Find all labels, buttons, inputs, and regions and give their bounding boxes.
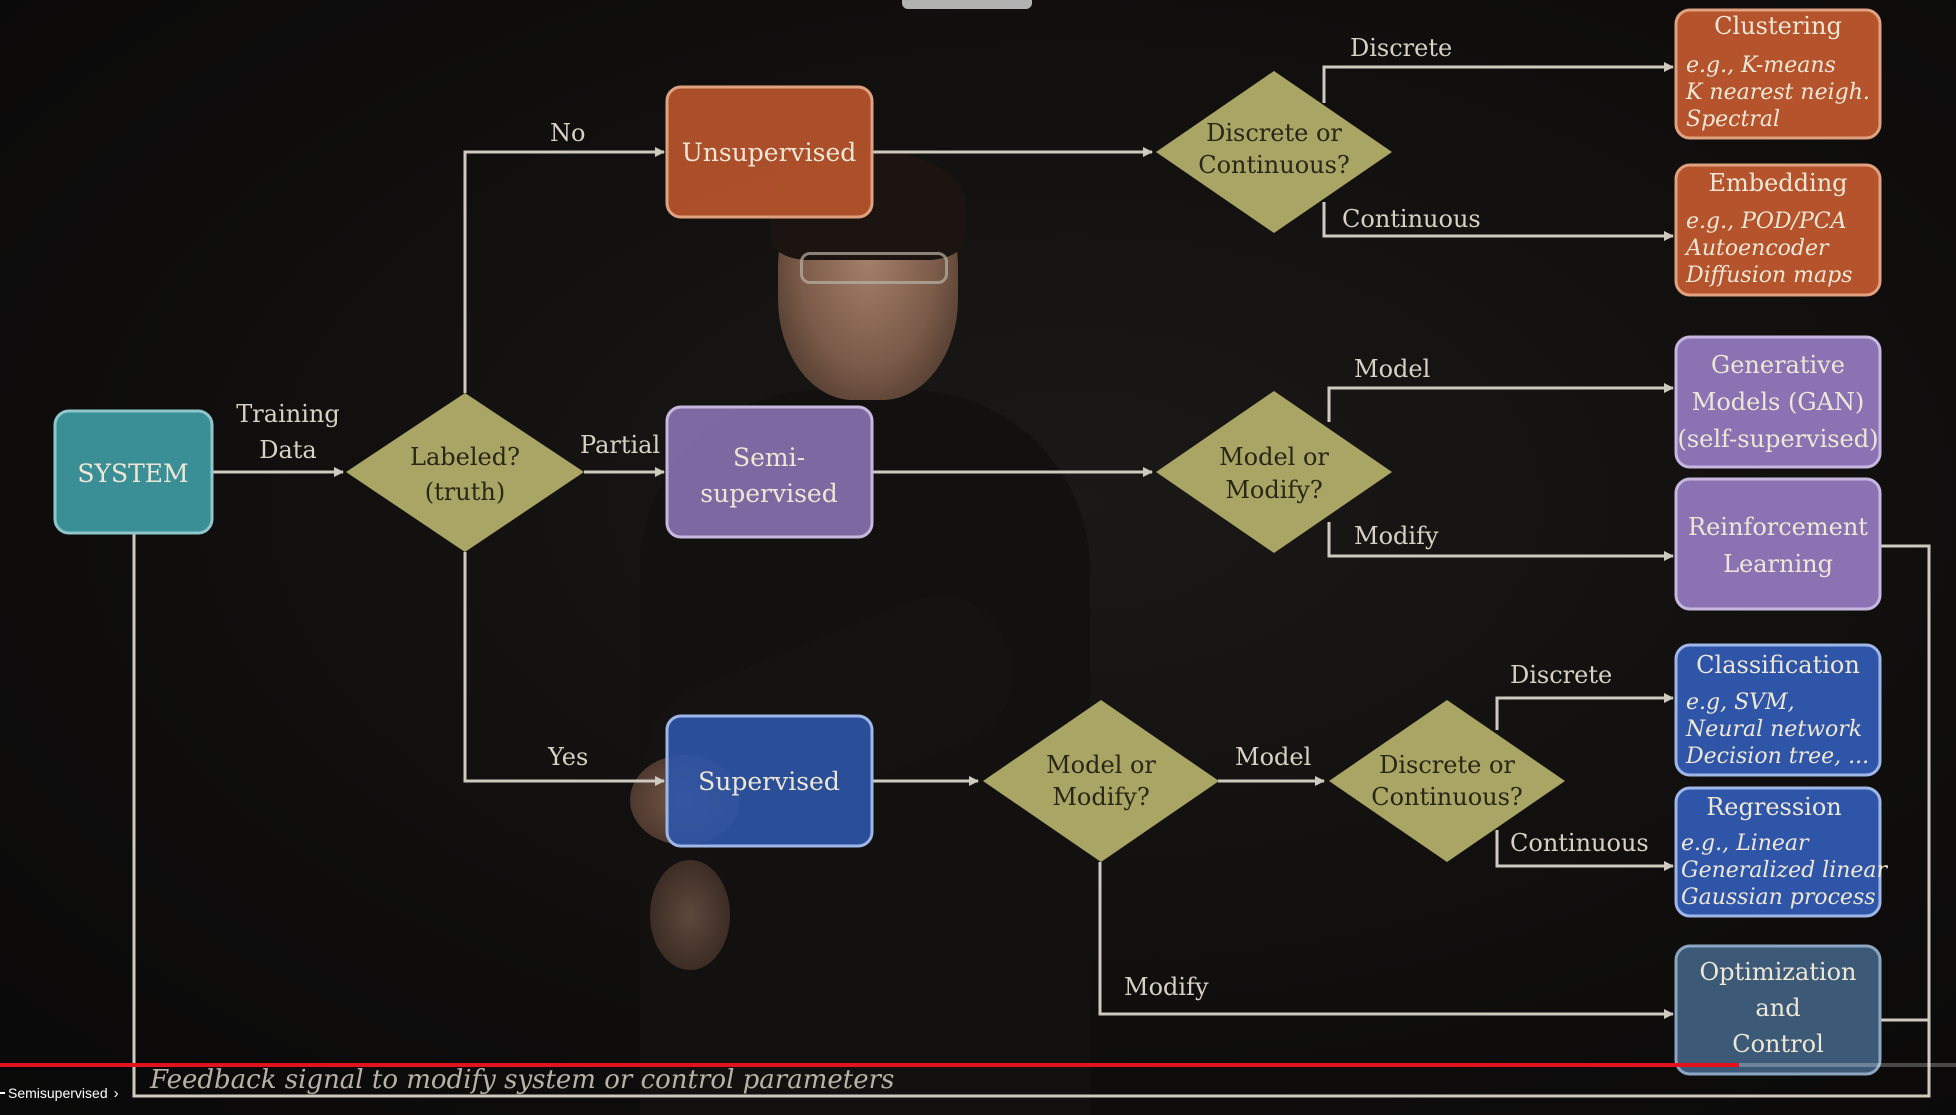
optimization-node: Optimization and Control — [1674, 944, 1882, 1076]
edge-model-mid — [1327, 383, 1674, 422]
edge-label-no: No — [550, 119, 585, 147]
system-label: SYSTEM — [77, 459, 188, 488]
edge-label-model-bottom: Model — [1235, 743, 1311, 771]
classification-ex-1: e.g, SVM, — [1686, 690, 1795, 715]
feedback-loop-line — [132, 534, 1931, 1098]
regression-title: Regression — [1706, 793, 1842, 821]
edge-label-discrete-top: Discrete — [1350, 34, 1452, 62]
unsupervised-label: Unsupervised — [682, 138, 857, 167]
edge-label-modify-bottom: Modify — [1124, 973, 1209, 1001]
edge-discrete-top — [1322, 62, 1674, 103]
classification-ex-2: Neural network — [1685, 717, 1862, 742]
reinforcement-text-2: Learning — [1723, 550, 1833, 578]
system-node: SYSTEM — [53, 409, 214, 535]
clustering-node: Clustering e.g., K-means K nearest neigh… — [1674, 8, 1882, 140]
classification-ex-3: Decision tree, ... — [1685, 744, 1869, 769]
top-overlay-pill — [902, 0, 1032, 9]
decision-bottom-right-text-2: Continuous? — [1371, 783, 1523, 811]
labeled-diamond — [346, 393, 584, 552]
generative-text-1: Generative — [1711, 351, 1845, 379]
edge-no — [463, 147, 665, 393]
feedback-caption: Feedback signal to modify system or cont… — [149, 1065, 894, 1095]
progress-bar-fill — [0, 1063, 1739, 1067]
decision-bottom-left-text-2: Modify? — [1052, 783, 1149, 811]
regression-node: Regression e.g., Linear Generalized line… — [1674, 786, 1889, 918]
generative-node: Generative Models (GAN) (self-supervised… — [1674, 335, 1882, 469]
clustering-title: Clustering — [1714, 12, 1842, 40]
generative-text-2: Models (GAN) — [1692, 388, 1864, 416]
semi-label-2: supervised — [700, 479, 837, 508]
decision-top-text-1: Discrete or — [1206, 119, 1342, 147]
clustering-ex-3: Spectral — [1686, 107, 1780, 132]
training-data-label-1: Training — [236, 400, 339, 428]
connectors — [132, 62, 1931, 1098]
decision-bottom-left-text-1: Model or — [1046, 751, 1156, 779]
reinforcement-box — [1674, 477, 1882, 611]
semi-label-1: Semi- — [733, 443, 805, 472]
supervised-label: Supervised — [698, 767, 840, 796]
optimization-text-3: Control — [1732, 1030, 1824, 1058]
ml-flowchart: SYSTEM Training Data Labeled? (truth) No… — [53, 8, 1931, 1098]
labeled-text-2: (truth) — [425, 478, 505, 506]
edge-label-yes: Yes — [547, 743, 588, 771]
classification-node: Classification e.g, SVM, Neural network … — [1674, 643, 1882, 777]
edge-label-discrete-bottom: Discrete — [1510, 661, 1612, 689]
semi-supervised-node: Semi- supervised — [665, 405, 874, 539]
edge-label-modify-mid: Modify — [1354, 522, 1439, 550]
supervised-node: Supervised — [665, 714, 874, 848]
chapter-dot-icon — [0, 1092, 5, 1094]
chapter-title: Semisupervised — [8, 1085, 108, 1101]
clustering-ex-1: e.g., K-means — [1686, 53, 1836, 78]
edge-label-model-mid: Model — [1354, 355, 1430, 383]
embedding-ex-3: Diffusion maps — [1685, 263, 1853, 288]
chapter-indicator[interactable]: Semisupervised › — [0, 1082, 119, 1104]
regression-ex-2: Generalized linear — [1681, 858, 1889, 883]
optimization-text-1: Optimization — [1700, 958, 1857, 986]
decision-top-text-2: Continuous? — [1198, 151, 1350, 179]
embedding-ex-1: e.g., POD/PCA — [1686, 209, 1847, 234]
embedding-node: Embedding e.g., POD/PCA Autoencoder Diff… — [1674, 163, 1882, 297]
reinforcement-node: Reinforcement Learning — [1674, 477, 1882, 611]
embedding-ex-2: Autoencoder — [1684, 236, 1830, 261]
decision-bottom-right-text-1: Discrete or — [1379, 751, 1515, 779]
reinforcement-text-1: Reinforcement — [1688, 513, 1868, 541]
progress-bar[interactable] — [0, 1063, 1956, 1067]
generative-text-3: (self-supervised) — [1678, 425, 1879, 453]
edge-discrete-bottom — [1495, 693, 1674, 730]
chevron-right-icon: › — [113, 1084, 119, 1102]
classification-title: Classification — [1696, 651, 1860, 679]
unsupervised-node: Unsupervised — [665, 85, 874, 219]
semi-supervised-box — [665, 405, 874, 539]
clustering-ex-2: K nearest neigh. — [1685, 80, 1870, 105]
edge-label-continuous-top: Continuous — [1342, 205, 1481, 233]
decision-mid-text-1: Model or — [1219, 443, 1329, 471]
edge-label-partial: Partial — [580, 431, 660, 459]
decision-bottom-left-diamond — [983, 700, 1219, 862]
regression-ex-3: Gaussian process — [1681, 885, 1876, 910]
optimization-text-2: and — [1755, 994, 1800, 1022]
regression-ex-1: e.g., Linear — [1681, 831, 1810, 856]
labeled-text-1: Labeled? — [410, 443, 520, 471]
labeled-decision: Labeled? (truth) — [346, 393, 584, 552]
decision-bottom-left: Model or Modify? — [983, 700, 1219, 862]
edge-label-continuous-bottom: Continuous — [1510, 829, 1649, 857]
training-data-label-2: Data — [259, 436, 317, 464]
embedding-title: Embedding — [1708, 169, 1847, 197]
decision-mid-text-2: Modify? — [1225, 476, 1322, 504]
